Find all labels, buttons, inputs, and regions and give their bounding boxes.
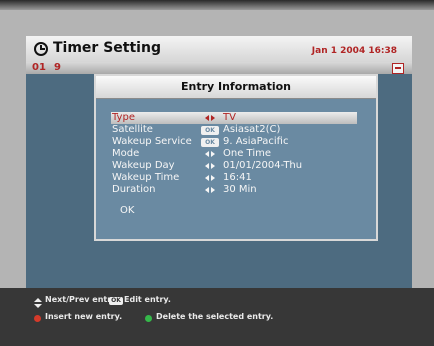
top-shadow-band (0, 0, 434, 10)
satellite-value[interactable]: Asiasat2(C) (223, 124, 280, 136)
wakeup-time-label: Wakeup Time (112, 172, 180, 183)
red-button-icon (34, 315, 41, 322)
type-value[interactable]: TV (223, 112, 236, 124)
left-right-arrows-icon[interactable] (204, 184, 216, 196)
left-right-arrows-icon[interactable] (204, 148, 216, 160)
timer-row[interactable] (26, 62, 412, 74)
insert-entry-hint: Insert new entry. (45, 312, 123, 321)
wakeup-service-value[interactable]: 9. AsiaPacific (223, 136, 288, 148)
timer-record-icon (392, 63, 404, 74)
wakeup-day-label: Wakeup Day (112, 160, 175, 171)
wakeup-day-value[interactable]: 01/01/2004-Thu (223, 160, 302, 172)
wakeup-service-label: Wakeup Service (112, 136, 192, 147)
up-down-arrows-icon (34, 298, 42, 308)
ok-icon[interactable]: OK (201, 126, 219, 135)
ok-button[interactable]: OK (120, 205, 134, 216)
left-right-arrows-icon[interactable] (204, 112, 216, 124)
wakeup-time-value[interactable]: 16:41 (223, 172, 252, 184)
timer-row-number: 01 (32, 62, 46, 73)
delete-entry-hint: Delete the selected entry. (156, 312, 274, 321)
left-right-arrows-icon[interactable] (204, 172, 216, 184)
type-label: Type (112, 112, 135, 123)
current-datetime: Jan 1 2004 16:38 (311, 46, 397, 56)
green-button-icon (145, 315, 152, 322)
satellite-label: Satellite (112, 124, 153, 135)
duration-value[interactable]: 30 Min (223, 184, 257, 196)
dialog-title: Entry Information (180, 80, 292, 93)
edit-entry-hint: Edit entry. (124, 295, 171, 304)
timer-row-channel: 9 (54, 62, 61, 73)
ok-icon: OK (109, 297, 123, 305)
ok-icon[interactable]: OK (201, 138, 219, 147)
duration-label: Duration (112, 184, 156, 195)
page-title: Timer Setting (53, 40, 161, 56)
clock-icon (34, 42, 48, 56)
next-prev-hint: Next/Prev entry. (45, 295, 119, 304)
mode-label: Mode (112, 148, 140, 159)
left-right-arrows-icon[interactable] (204, 160, 216, 172)
mode-value[interactable]: One Time (223, 148, 271, 160)
